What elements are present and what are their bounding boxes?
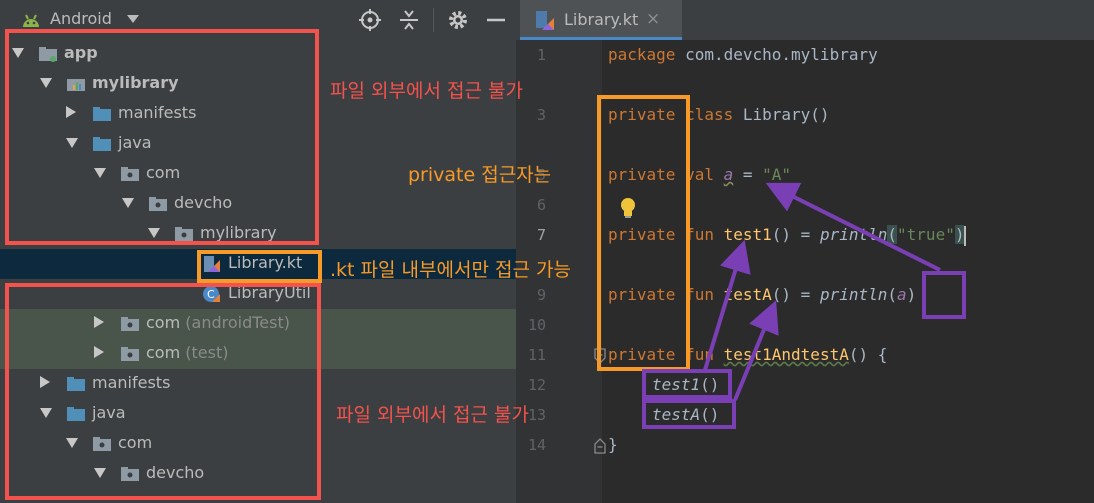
code-line-1[interactable]: package com.devcho.mylibrary [608, 45, 878, 64]
code-text: } [608, 435, 618, 454]
toolbar-divider [433, 8, 434, 32]
bracket: ( [887, 225, 898, 244]
code-text: = [733, 165, 763, 184]
bracket: ) [906, 285, 917, 304]
property-identifier: a [723, 165, 734, 184]
function-name: test1 [723, 225, 772, 244]
annotation-top-note: 파일 외부에서 접근 불가 [330, 80, 523, 102]
line-number: 9 [536, 286, 546, 304]
annotation-private-note: private 접근자는 [408, 164, 552, 186]
code-text: () = [771, 285, 820, 304]
purple-highlight-box-test1 [642, 369, 732, 399]
orange-highlight-box-private [597, 95, 690, 371]
locate-file-icon[interactable] [359, 9, 381, 31]
line-number: 6 [536, 196, 546, 214]
project-view-selector[interactable]: Android [50, 9, 112, 28]
line-number: 14 [527, 436, 546, 454]
line-number-current: 7 [536, 226, 546, 244]
line-number: 11 [527, 346, 546, 364]
line-number: 3 [536, 106, 546, 124]
tab-library-kt[interactable]: Library.kt × [520, 0, 682, 40]
string-literal: "true" [897, 225, 955, 244]
line-number: 1 [536, 46, 546, 64]
purple-highlight-box-testA [642, 399, 736, 429]
minimize-icon[interactable] [485, 9, 507, 31]
code-text: Library() [733, 105, 830, 124]
fold-close-icon[interactable] [594, 438, 606, 454]
orange-highlight-box-file [197, 250, 322, 283]
function-call: println [819, 225, 888, 244]
function-name: test1AndtestA [723, 345, 849, 364]
code-text: () { [848, 345, 888, 364]
editor-tab-bar: Library.kt × [516, 0, 1094, 40]
red-highlight-box-top [5, 29, 319, 245]
purple-highlight-box-a [922, 271, 966, 319]
tab-label: Library.kt [564, 10, 639, 29]
bracket: ) [954, 225, 965, 244]
property-identifier: a [897, 285, 907, 304]
text-cursor [964, 225, 967, 246]
code-text: com.devcho.mylibrary [675, 45, 878, 64]
code-text: () = [771, 225, 820, 244]
close-icon[interactable]: × [646, 9, 660, 29]
bracket: ( [887, 285, 898, 304]
annotation-bottom-note: 파일 외부에서 접근 불가 [336, 404, 529, 426]
line-number: 10 [527, 316, 546, 334]
chevron-down-icon[interactable] [127, 15, 139, 23]
string-literal: "A" [762, 165, 792, 184]
android-icon [23, 14, 39, 27]
function-call: println [819, 285, 888, 304]
kotlin-file-icon [536, 11, 554, 30]
red-highlight-box-bottom [5, 283, 321, 500]
annotation-kt-note: .kt 파일 내부에서만 접근 가능 [330, 259, 571, 281]
line-number: 12 [527, 376, 546, 394]
code-line-14[interactable]: } [608, 435, 618, 454]
keyword: package [608, 45, 676, 64]
function-name: testA [723, 285, 772, 304]
collapse-all-icon[interactable] [398, 9, 420, 31]
gear-icon[interactable] [447, 9, 469, 31]
